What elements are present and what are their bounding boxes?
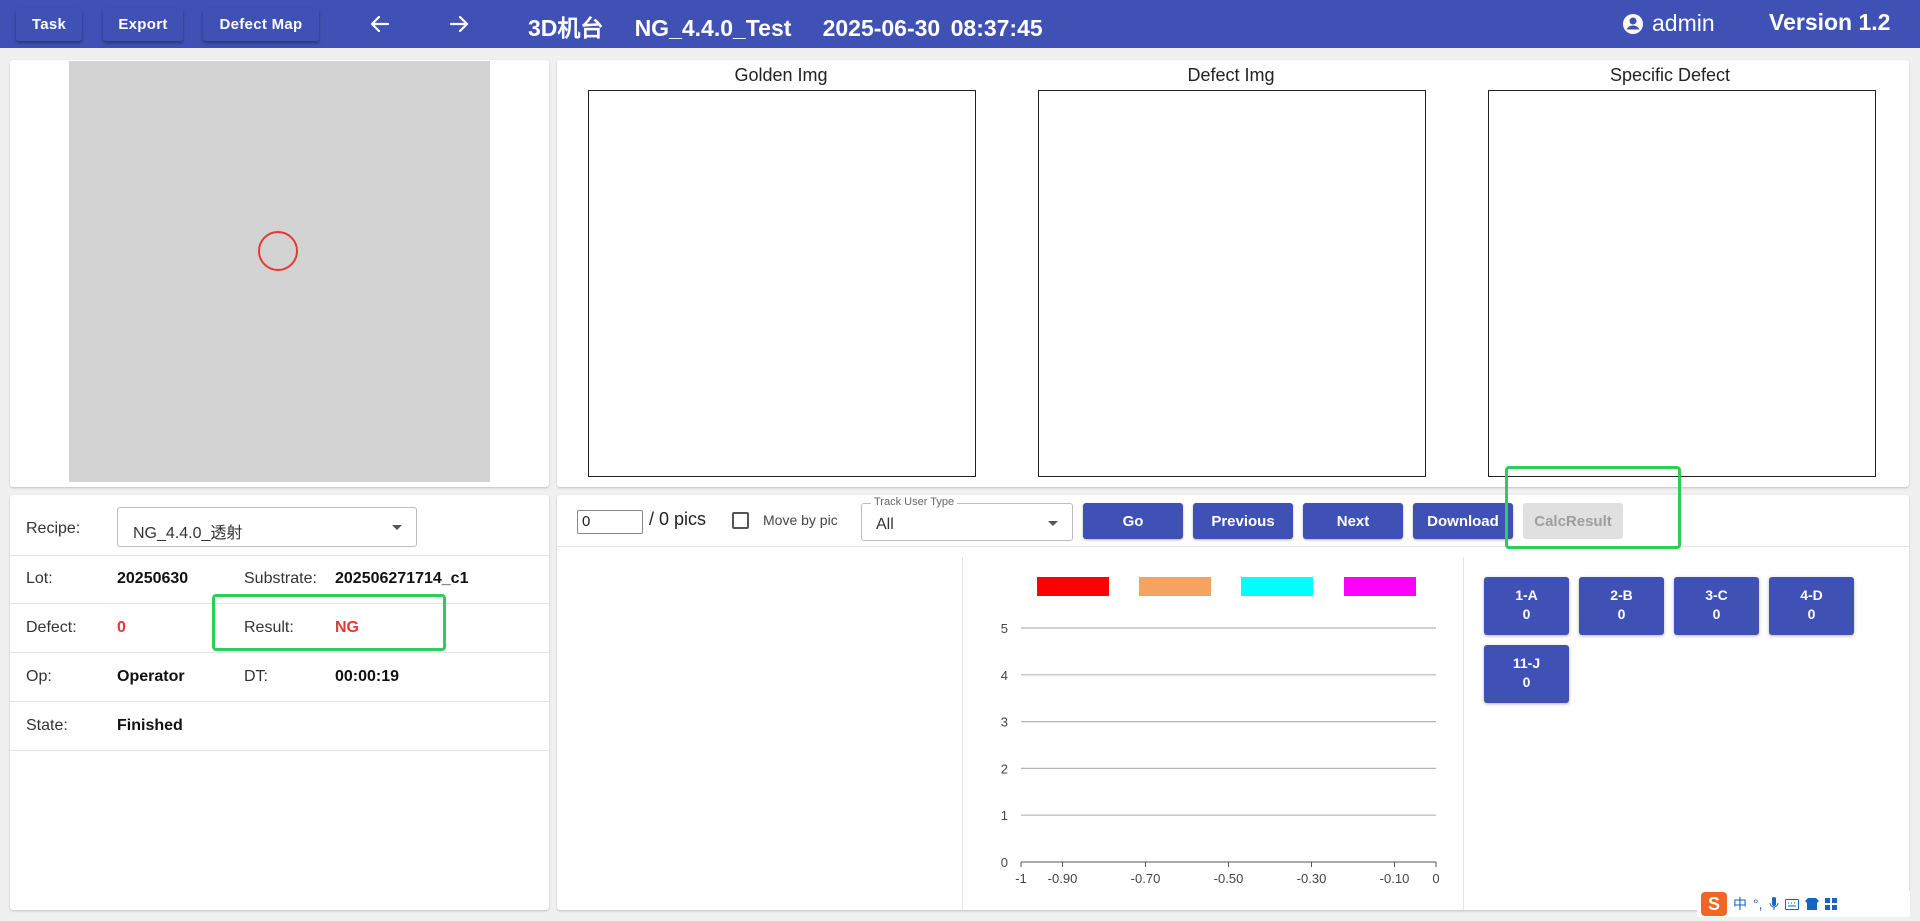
lot-value: 20250630 — [117, 570, 189, 587]
category-count: 0 — [1712, 606, 1721, 622]
legend-swatch-orange — [1139, 577, 1211, 596]
category-count: 0 — [1617, 606, 1626, 622]
user-menu[interactable]: admin — [1622, 10, 1715, 37]
category-count: 0 — [1522, 606, 1531, 622]
category-button-2-B[interactable]: 2-B 0 — [1579, 577, 1664, 635]
track-user-type-select[interactable]: Track User Type All — [861, 496, 1073, 541]
page-title: 3D机台 NG_4.4.0_Test 2025-06-30 08:37:45 — [528, 15, 1043, 41]
result-highlight-box — [212, 594, 446, 651]
left-section-divider — [962, 557, 963, 910]
op-value: Operator — [117, 668, 185, 685]
category-label: 4-D — [1800, 587, 1823, 603]
defect-map-button[interactable]: Defect Map — [203, 8, 319, 41]
version-label: Version 1.2 — [1769, 9, 1891, 35]
forward-arrow-icon[interactable] — [444, 10, 474, 38]
state-value: Finished — [117, 717, 183, 734]
ime-language: 中 — [1733, 896, 1747, 912]
recipe-value: NG_4.4.0_透射 — [133, 525, 243, 542]
go-button[interactable]: Go — [1083, 503, 1183, 539]
export-button[interactable]: Export — [103, 8, 183, 41]
track-user-type-legend: Track User Type — [871, 496, 958, 508]
track-user-type-value: All — [876, 516, 894, 533]
account-circle-icon — [1623, 13, 1643, 34]
ime-toolbar[interactable]: S 中 °, — [1697, 891, 1910, 917]
state-label: State: — [26, 717, 68, 734]
move-by-pic-checkbox[interactable] — [732, 512, 749, 529]
legend-swatch-magenta — [1344, 577, 1416, 596]
dt-value: 00:00:19 — [335, 668, 400, 685]
lot-label: Lot: — [26, 570, 53, 587]
category-count: 0 — [1807, 606, 1816, 622]
analysis-panel — [557, 495, 1909, 910]
dropdown-caret-icon — [392, 525, 402, 530]
previous-button[interactable]: Previous — [1193, 503, 1293, 539]
pics-count: / 0 pics — [649, 509, 707, 529]
back-arrow-icon[interactable] — [365, 10, 395, 38]
category-label: 2-B — [1610, 587, 1633, 603]
ime-punctuation-icon: °, — [1753, 896, 1763, 912]
calc-result-highlight-box — [1505, 466, 1681, 549]
op-row — [10, 653, 549, 702]
controls-divider — [557, 546, 1909, 547]
microphone-icon — [1769, 897, 1778, 910]
specific-defect-title: Specific Defect — [1609, 65, 1731, 85]
substrate-value: 202506271714_c1 — [335, 570, 469, 587]
defect-marker-circle — [258, 231, 298, 271]
defect-label: Defect: — [26, 619, 77, 636]
defect-img-title: Defect Img — [1187, 65, 1275, 85]
legend-swatch-red — [1037, 577, 1109, 596]
specific-defect-box — [1488, 90, 1876, 477]
category-label: 11-J — [1512, 655, 1541, 671]
op-label: Op: — [26, 668, 52, 685]
defect-img-box — [1038, 90, 1426, 477]
wafer-preview-image[interactable] — [69, 61, 490, 482]
recipe-select[interactable]: NG_4.4.0_透射 — [117, 507, 417, 547]
category-button-1-A[interactable]: 1-A 0 — [1484, 577, 1569, 635]
golden-img-box — [588, 90, 976, 477]
legend-swatch-cyan — [1241, 577, 1313, 596]
username: admin — [1652, 10, 1715, 36]
task-button[interactable]: Task — [16, 8, 82, 41]
recipe-label: Recipe: — [26, 520, 81, 537]
category-label: 1-A — [1515, 587, 1538, 603]
defect-count-value: 0 — [117, 619, 126, 636]
next-button[interactable]: Next — [1303, 503, 1403, 539]
category-label: 3-C — [1705, 587, 1728, 603]
page-number-input[interactable]: 0 — [577, 510, 643, 534]
substrate-label: Substrate: — [244, 570, 317, 587]
dt-label: DT: — [244, 668, 268, 685]
category-button-3-C[interactable]: 3-C 0 — [1674, 577, 1759, 635]
golden-img-title: Golden Img — [734, 65, 828, 85]
state-row — [10, 702, 549, 751]
toolbox-icon — [1824, 898, 1837, 910]
category-button-4-D[interactable]: 4-D 0 — [1769, 577, 1854, 635]
move-by-pic-label: Move by pic — [763, 512, 838, 528]
dropdown-caret-icon — [1048, 521, 1058, 526]
category-count: 0 — [1522, 674, 1531, 690]
right-section-divider — [1463, 557, 1464, 910]
sogou-logo-icon: S — [1701, 892, 1727, 916]
top-app-bar: Task Export Defect Map 3D机台 NG_4.4.0_Tes… — [0, 0, 1920, 48]
keyboard-icon — [1784, 898, 1799, 910]
skin-icon — [1804, 898, 1819, 910]
download-button[interactable]: Download — [1413, 503, 1513, 539]
category-button-11-J[interactable]: 11-J 0 — [1484, 645, 1569, 703]
